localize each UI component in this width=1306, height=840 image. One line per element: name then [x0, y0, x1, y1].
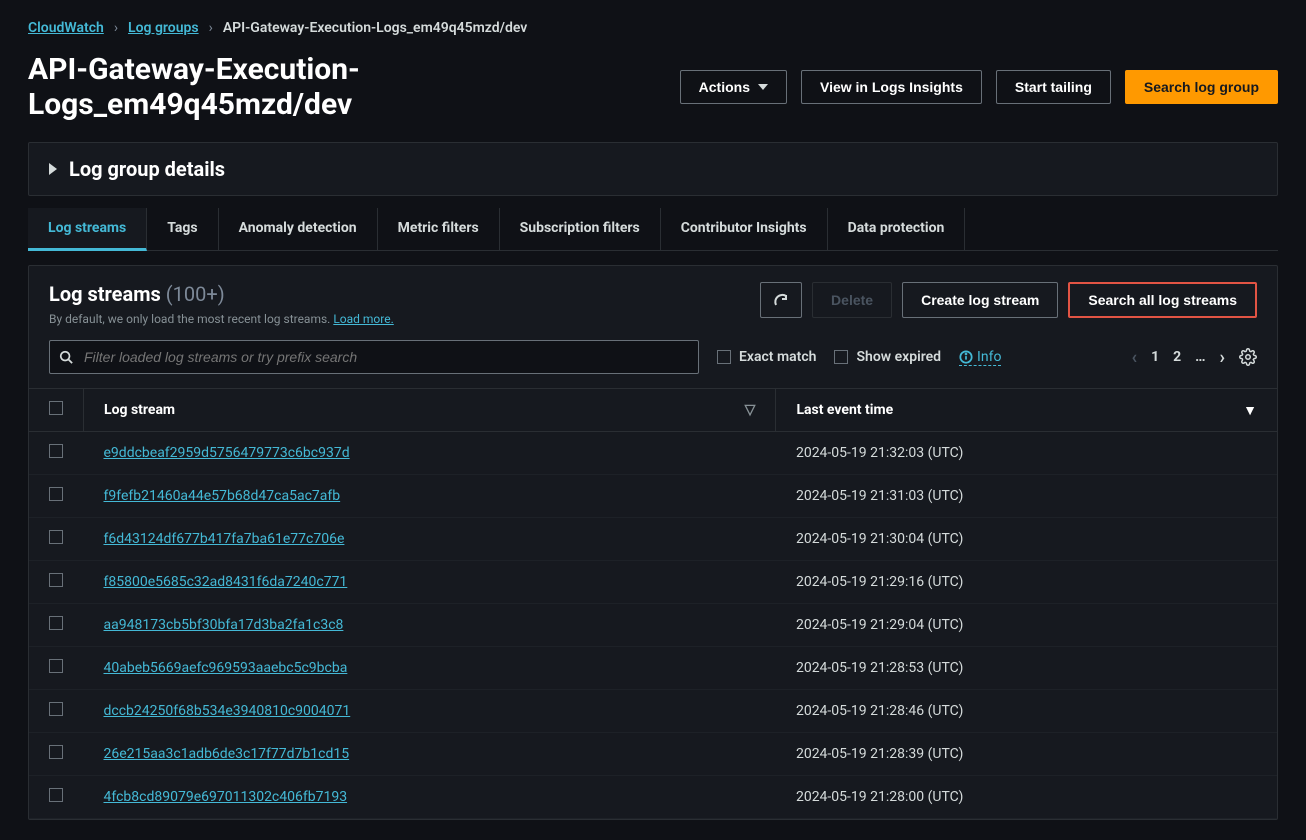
- caret-down-icon: [758, 84, 768, 90]
- table-row: dccb24250f68b534e3940810c9004071 2024-05-…: [29, 690, 1277, 733]
- table-row: aa948173cb5bf30bfa17d3ba2fa1c3c8 2024-05-…: [29, 604, 1277, 647]
- row-checkbox[interactable]: [49, 573, 63, 587]
- load-more-link[interactable]: Load more.: [333, 312, 393, 326]
- view-logs-insights-button[interactable]: View in Logs Insights: [801, 70, 982, 104]
- search-log-group-button[interactable]: Search log group: [1125, 70, 1278, 104]
- page-prev: ‹: [1131, 347, 1137, 368]
- log-stream-link[interactable]: f6d43124df677b417fa7ba61e77c706e: [104, 531, 345, 547]
- start-tailing-button[interactable]: Start tailing: [996, 70, 1111, 104]
- table-row: f9fefb21460a44e57b68d47ca5ac7afb 2024-05-…: [29, 475, 1277, 518]
- breadcrumb: CloudWatch › Log groups › API-Gateway-Ex…: [28, 20, 1278, 36]
- last-event-time: 2024-05-19 21:29:16 (UTC): [776, 561, 1277, 604]
- streams-subtext: By default, we only load the most recent…: [49, 312, 394, 326]
- chevron-right-icon: ›: [114, 20, 118, 36]
- last-event-time: 2024-05-19 21:28:39 (UTC): [776, 733, 1277, 776]
- row-checkbox[interactable]: [49, 487, 63, 501]
- delete-button: Delete: [812, 282, 892, 318]
- gear-icon: [1239, 348, 1257, 366]
- breadcrumb-root[interactable]: CloudWatch: [28, 20, 104, 36]
- page-ellipsis: …: [1195, 349, 1205, 365]
- table-row: 26e215aa3c1adb6de3c17f77d7b1cd15 2024-05-…: [29, 733, 1277, 776]
- table-row: 40abeb5669aefc969593aaebc5c9bcba 2024-05-…: [29, 647, 1277, 690]
- last-event-time: 2024-05-19 21:30:04 (UTC): [776, 518, 1277, 561]
- row-checkbox[interactable]: [49, 530, 63, 544]
- show-expired-toggle[interactable]: Show expired: [834, 349, 941, 365]
- last-event-time: 2024-05-19 21:28:46 (UTC): [776, 690, 1277, 733]
- sort-desc-icon: ▼: [1243, 402, 1257, 419]
- log-stream-link[interactable]: f85800e5685c32ad8431f6da7240c771: [104, 574, 348, 590]
- row-checkbox[interactable]: [49, 702, 63, 716]
- page-1[interactable]: 1: [1151, 349, 1159, 365]
- tab-log-streams[interactable]: Log streams: [28, 208, 147, 251]
- page-2[interactable]: 2: [1173, 349, 1181, 365]
- row-checkbox[interactable]: [49, 444, 63, 458]
- streams-title: Log streams (100+): [49, 282, 225, 306]
- filter-search: [49, 340, 699, 374]
- page-next[interactable]: ›: [1220, 347, 1225, 368]
- last-event-time: 2024-05-19 21:31:03 (UTC): [776, 475, 1277, 518]
- row-checkbox[interactable]: [49, 745, 63, 759]
- details-title: Log group details: [69, 157, 225, 181]
- page-title: API-Gateway-Execution-Logs_em49q45mzd/de…: [28, 52, 666, 122]
- streams-title-text: Log streams: [49, 282, 161, 306]
- table-row: e9ddcbeaf2959d5756479773c6bc937d 2024-05-…: [29, 432, 1277, 475]
- checkbox-icon: [717, 350, 731, 364]
- log-stream-link[interactable]: 26e215aa3c1adb6de3c17f77d7b1cd15: [104, 746, 350, 762]
- table-row: f85800e5685c32ad8431f6da7240c771 2024-05-…: [29, 561, 1277, 604]
- actions-label: Actions: [699, 79, 750, 95]
- log-stream-link[interactable]: dccb24250f68b534e3940810c9004071: [104, 703, 351, 719]
- row-checkbox[interactable]: [49, 788, 63, 802]
- row-checkbox[interactable]: [49, 659, 63, 673]
- last-event-time: 2024-05-19 21:32:03 (UTC): [776, 432, 1277, 475]
- log-stream-link[interactable]: 40abeb5669aefc969593aaebc5c9bcba: [104, 660, 348, 676]
- last-event-time: 2024-05-19 21:28:00 (UTC): [776, 776, 1277, 819]
- create-log-stream-button[interactable]: Create log stream: [902, 282, 1058, 318]
- tab-tags[interactable]: Tags: [147, 208, 218, 250]
- checkbox-icon: [834, 350, 848, 364]
- log-streams-table: Log stream ▽ Last event time ▼ e9ddcbeaf…: [29, 388, 1277, 819]
- table-row: 4fcb8cd89079e697011302c406fb7193 2024-05-…: [29, 776, 1277, 819]
- select-all-checkbox[interactable]: [49, 401, 63, 415]
- info-icon: [959, 350, 973, 364]
- log-stream-link[interactable]: e9ddcbeaf2959d5756479773c6bc937d: [104, 445, 350, 461]
- chevron-right-icon: ›: [209, 20, 213, 36]
- pagination: ‹ 1 2 … ›: [1131, 347, 1257, 368]
- tab-subscription-filters[interactable]: Subscription filters: [500, 208, 661, 250]
- info-link[interactable]: Info: [959, 349, 1001, 366]
- sort-icon: ▽: [745, 402, 756, 418]
- log-group-details-panel[interactable]: Log group details: [28, 142, 1278, 196]
- page-header: API-Gateway-Execution-Logs_em49q45mzd/de…: [28, 52, 1278, 122]
- log-stream-link[interactable]: aa948173cb5bf30bfa17d3ba2fa1c3c8: [104, 617, 344, 633]
- col-log-stream[interactable]: Log stream ▽: [84, 389, 776, 432]
- log-stream-link[interactable]: 4fcb8cd89079e697011302c406fb7193: [104, 789, 348, 805]
- tab-contributor-insights[interactable]: Contributor Insights: [661, 208, 828, 250]
- search-icon: [59, 350, 73, 364]
- tab-data-protection[interactable]: Data protection: [828, 208, 966, 250]
- tabs: Log streams Tags Anomaly detection Metri…: [28, 208, 1278, 251]
- caret-right-icon: [49, 163, 57, 175]
- row-checkbox[interactable]: [49, 616, 63, 630]
- tab-metric-filters[interactable]: Metric filters: [378, 208, 500, 250]
- refresh-button[interactable]: [760, 282, 802, 318]
- settings-button[interactable]: [1239, 348, 1257, 366]
- breadcrumb-parent[interactable]: Log groups: [128, 20, 199, 36]
- actions-dropdown[interactable]: Actions: [680, 70, 787, 104]
- table-row: f6d43124df677b417fa7ba61e77c706e 2024-05-…: [29, 518, 1277, 561]
- log-streams-panel: Log streams (100+) By default, we only l…: [28, 265, 1278, 820]
- refresh-icon: [773, 292, 789, 308]
- log-stream-link[interactable]: f9fefb21460a44e57b68d47ca5ac7afb: [104, 488, 341, 504]
- col-last-event-time[interactable]: Last event time ▼: [776, 389, 1277, 432]
- exact-match-toggle[interactable]: Exact match: [717, 349, 816, 365]
- search-all-log-streams-button[interactable]: Search all log streams: [1068, 282, 1257, 318]
- breadcrumb-current: API-Gateway-Execution-Logs_em49q45mzd/de…: [223, 20, 528, 36]
- tab-anomaly-detection[interactable]: Anomaly detection: [219, 208, 378, 250]
- last-event-time: 2024-05-19 21:29:04 (UTC): [776, 604, 1277, 647]
- last-event-time: 2024-05-19 21:28:53 (UTC): [776, 647, 1277, 690]
- filter-input[interactable]: [49, 340, 699, 374]
- streams-count: (100+): [166, 282, 225, 306]
